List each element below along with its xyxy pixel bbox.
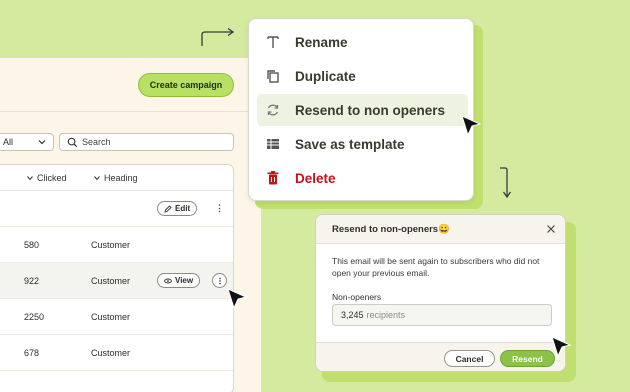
heading-value: Customer [91, 312, 131, 322]
create-campaign-button[interactable]: Create campaign [138, 73, 234, 97]
resend-icon [267, 104, 279, 116]
campaigns-panel: Create campaign All Search Clicked Headi… [0, 57, 262, 392]
dialog-header: Resend to non-openers😀 [316, 215, 565, 244]
column-header-heading[interactable]: Heading [93, 173, 138, 183]
menu-item-label: Save as template [295, 136, 405, 152]
edit-button[interactable]: Edit [157, 201, 198, 216]
sort-chevron-icon [27, 176, 33, 181]
view-button[interactable]: View [157, 273, 201, 288]
more-options-button[interactable] [212, 273, 227, 288]
flow-arrow-icon [201, 27, 235, 46]
trash-icon [267, 171, 279, 185]
cursor-icon [551, 336, 572, 358]
chevron-down-icon [38, 140, 46, 145]
table-row: Edit ⋮ [0, 191, 233, 227]
resend-dialog: Resend to non-openers😀 This email will b… [315, 214, 566, 372]
menu-item-label: Duplicate [295, 68, 356, 84]
close-icon[interactable] [546, 224, 556, 234]
sort-chevron-icon [94, 176, 100, 181]
column-label: Heading [104, 173, 138, 183]
clicked-value: 580 [24, 240, 40, 250]
resend-button[interactable]: Resend [500, 350, 555, 367]
heading-value: Customer [91, 276, 131, 286]
search-icon [67, 137, 78, 148]
dialog-footer: Cancel Resend [316, 342, 565, 371]
recipients-field: 3,245 recipients [332, 304, 552, 326]
flow-arrow-icon [500, 167, 512, 199]
menu-item-delete[interactable]: Delete [257, 162, 468, 194]
dialog-title: Resend to non-openers😀 [332, 224, 450, 235]
context-menu: Rename Duplicate Resend to non openers S… [248, 18, 474, 201]
column-label: Clicked [37, 173, 67, 183]
menu-item-label: Rename [295, 34, 348, 50]
field-label: Non-openers [332, 292, 382, 302]
view-label: View [175, 276, 194, 285]
search-input[interactable]: Search [59, 133, 234, 151]
cursor-icon [227, 288, 248, 310]
search-placeholder: Search [82, 137, 111, 147]
divider [0, 111, 262, 112]
menu-item-duplicate[interactable]: Duplicate [257, 60, 468, 92]
cursor-icon [461, 115, 482, 137]
recipients-unit: recipients [366, 310, 406, 320]
campaigns-table: Clicked Heading Edit ⋮ 580 Customer 922 … [0, 164, 234, 392]
menu-item-rename[interactable]: Rename [257, 26, 468, 58]
column-header-clicked[interactable]: Clicked [26, 173, 67, 183]
heading-value: Customer [91, 348, 131, 358]
recipients-count: 3,245 [341, 310, 364, 320]
clicked-value: 922 [24, 276, 40, 286]
duplicate-icon [267, 70, 279, 83]
more-options-icon[interactable]: ⋮ [215, 203, 224, 214]
table-row: 922 Customer View [0, 263, 233, 299]
table-row: 580 Customer [0, 227, 233, 263]
dialog-message: This email will be sent again to subscri… [332, 256, 540, 278]
eye-icon [164, 278, 172, 283]
more-options-icon [218, 277, 221, 284]
edit-label: Edit [175, 204, 191, 213]
pencil-icon [164, 204, 172, 213]
menu-item-save-template[interactable]: Save as template [257, 128, 468, 160]
heading-value: Customer [91, 240, 131, 250]
table-row: 678 Customer [0, 335, 233, 371]
filter-value: All [3, 137, 14, 147]
filter-select[interactable]: All [0, 133, 54, 151]
template-icon [267, 139, 279, 149]
cancel-button[interactable]: Cancel [444, 350, 495, 367]
menu-item-label: Resend to non openers [295, 102, 446, 118]
menu-item-label: Delete [295, 170, 336, 186]
clicked-value: 2250 [24, 312, 45, 322]
text-icon [267, 36, 279, 48]
menu-item-resend[interactable]: Resend to non openers [257, 94, 468, 126]
table-row: 2250 Customer [0, 299, 233, 335]
clicked-value: 678 [24, 348, 40, 358]
table-header: Clicked Heading [0, 165, 233, 191]
